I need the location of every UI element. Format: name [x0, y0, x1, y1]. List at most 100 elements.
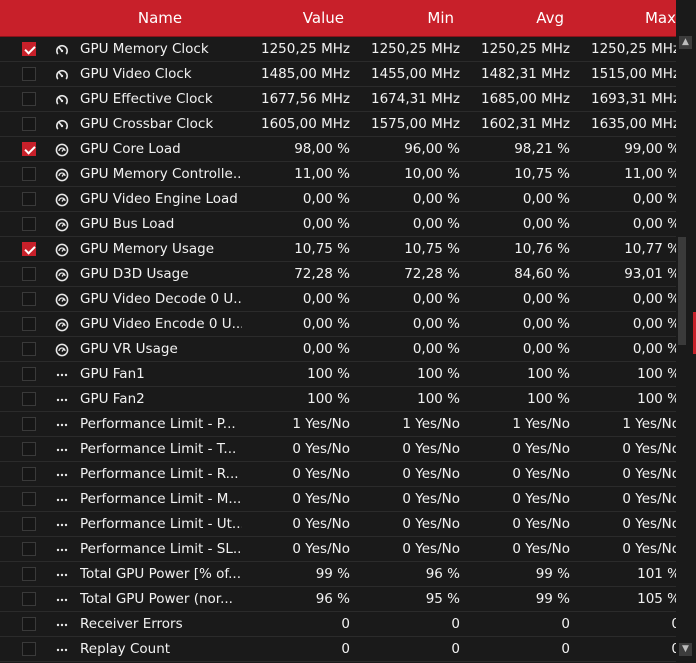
- row-checkbox[interactable]: [22, 467, 36, 481]
- table-row[interactable]: Performance Limit - SL... 0 Yes/No 0 Yes/N…: [0, 537, 680, 562]
- row-checkbox[interactable]: [22, 217, 36, 231]
- column-header-value[interactable]: Value: [244, 0, 344, 37]
- table-row[interactable]: Total GPU Power (nor... 96 % 95 % 99 % 105 %: [0, 587, 680, 612]
- row-checkbox[interactable]: [22, 67, 36, 81]
- load-icon: [55, 267, 69, 282]
- table-row[interactable]: GPU Effective Clock 1677,56 MHz 1674,31 MH…: [0, 87, 680, 112]
- row-avg: 99 %: [535, 591, 570, 607]
- row-min: 96,00 %: [404, 141, 460, 157]
- table-row[interactable]: GPU VR Usage 0,00 % 0,00 % 0,00 % 0,00 %: [0, 337, 680, 362]
- table-row[interactable]: GPU Video Engine Load 0,00 % 0,00 % 0,00 % 0…: [0, 187, 680, 212]
- row-min: 96 %: [425, 566, 460, 582]
- row-name: GPU Video Engine Load: [80, 191, 238, 207]
- row-value: 0: [341, 616, 350, 632]
- row-avg: 10,75 %: [514, 166, 570, 182]
- row-checkbox[interactable]: [22, 567, 36, 581]
- column-header-min[interactable]: Min: [354, 0, 454, 37]
- row-avg: 1250,25 MHz: [480, 41, 570, 57]
- row-name: Receiver Errors: [80, 616, 183, 632]
- column-header-name[interactable]: Name: [80, 0, 240, 37]
- row-value: 0 Yes/No: [292, 441, 350, 457]
- gauge-icon: [55, 92, 69, 106]
- row-max: 0,00 %: [632, 316, 680, 332]
- row-checkbox[interactable]: [22, 192, 36, 206]
- row-value: 100 %: [307, 366, 350, 382]
- table-row[interactable]: Receiver Errors0000: [0, 612, 680, 637]
- table-row[interactable]: GPU Memory Usage 10,75 % 10,75 % 10,76 % 10,…: [0, 237, 680, 262]
- row-value: 0,00 %: [302, 216, 350, 232]
- row-checkbox[interactable]: [22, 317, 36, 331]
- row-name: GPU D3D Usage: [80, 266, 189, 282]
- row-checkbox[interactable]: [22, 542, 36, 556]
- row-checkbox[interactable]: [22, 167, 36, 181]
- row-avg: 0,00 %: [522, 341, 570, 357]
- table-row[interactable]: Performance Limit - M... 0 Yes/No 0 Yes/No…: [0, 487, 680, 512]
- load-icon: [55, 242, 69, 257]
- row-checkbox[interactable]: [22, 617, 36, 631]
- row-checkbox[interactable]: [22, 592, 36, 606]
- scroll-up-arrow-icon[interactable]: ▲: [679, 36, 692, 49]
- row-checkbox[interactable]: [22, 292, 36, 306]
- row-checkbox[interactable]: [22, 42, 36, 56]
- sensor-rows: GPU Memory Clock 1250,25 MHz 1250,25 MHz 12…: [0, 37, 680, 662]
- row-checkbox[interactable]: [22, 517, 36, 531]
- column-header-avg[interactable]: Avg: [464, 0, 564, 37]
- row-min: 1 Yes/No: [402, 416, 460, 432]
- row-name: GPU Fan2: [80, 391, 145, 407]
- row-checkbox[interactable]: [22, 492, 36, 506]
- table-row[interactable]: GPU Fan1 100 % 100 % 100 % 100 %: [0, 362, 680, 387]
- table-row[interactable]: Replay Count0000: [0, 637, 680, 662]
- row-checkbox[interactable]: [22, 142, 36, 156]
- table-row[interactable]: GPU Memory Clock 1250,25 MHz 1250,25 MHz 12…: [0, 37, 680, 62]
- row-min: 10,00 %: [404, 166, 460, 182]
- table-row[interactable]: GPU Crossbar Clock 1605,00 MHz 1575,00 MHz…: [0, 112, 680, 137]
- row-checkbox[interactable]: [22, 242, 36, 256]
- row-name: GPU Effective Clock: [80, 91, 213, 107]
- row-min: 0: [451, 641, 460, 657]
- row-avg: 0: [561, 641, 570, 657]
- row-name: GPU Fan1: [80, 366, 145, 382]
- row-checkbox[interactable]: [22, 392, 36, 406]
- row-checkbox[interactable]: [22, 342, 36, 356]
- scroll-down-arrow-icon[interactable]: ▼: [679, 643, 692, 656]
- row-checkbox[interactable]: [22, 642, 36, 656]
- ellipsis-icon: [55, 367, 69, 381]
- row-value: 11,00 %: [294, 166, 350, 182]
- row-min: 95 %: [425, 591, 460, 607]
- row-name: GPU Video Clock: [80, 66, 192, 82]
- table-row[interactable]: Performance Limit - T... 0 Yes/No 0 Yes/No…: [0, 437, 680, 462]
- row-avg: 98,21 %: [514, 141, 570, 157]
- table-row[interactable]: Total GPU Power [% of... 99 % 96 % 99 % 101 …: [0, 562, 680, 587]
- gauge-icon: [55, 42, 69, 56]
- row-min: 0,00 %: [412, 316, 460, 332]
- row-checkbox[interactable]: [22, 417, 36, 431]
- row-name: GPU Memory Usage: [80, 241, 215, 257]
- table-row[interactable]: GPU D3D Usage 72,28 % 72,28 % 84,60 % 93,01 …: [0, 262, 680, 287]
- table-row[interactable]: Performance Limit - P... 1 Yes/No 1 Yes/No…: [0, 412, 680, 437]
- row-avg: 99 %: [535, 566, 570, 582]
- table-row[interactable]: GPU Memory Controlle... 11,00 % 10,00 % 10,…: [0, 162, 680, 187]
- table-row[interactable]: GPU Bus Load 0,00 % 0,00 % 0,00 % 0,00 %: [0, 212, 680, 237]
- row-checkbox[interactable]: [22, 117, 36, 131]
- row-max: 0 Yes/No: [622, 516, 680, 532]
- column-header-max[interactable]: Max: [574, 0, 676, 37]
- scroll-thumb[interactable]: [678, 237, 686, 345]
- row-max: 0 Yes/No: [622, 466, 680, 482]
- row-avg: 0 Yes/No: [512, 516, 570, 532]
- table-row[interactable]: GPU Core Load 98,00 % 96,00 % 98,21 % 99,00 …: [0, 137, 680, 162]
- table-row[interactable]: GPU Video Decode 0 U... 0,00 % 0,00 % 0,00 …: [0, 287, 680, 312]
- row-avg: 0 Yes/No: [512, 541, 570, 557]
- table-row[interactable]: GPU Video Clock 1485,00 MHz 1455,00 MHz 148…: [0, 62, 680, 87]
- table-row[interactable]: Performance Limit - R... 0 Yes/No 0 Yes/No…: [0, 462, 680, 487]
- row-min: 1674,31 MHz: [370, 91, 460, 107]
- row-value: 0 Yes/No: [292, 466, 350, 482]
- row-max: 1693,31 MHz: [590, 91, 680, 107]
- row-checkbox[interactable]: [22, 92, 36, 106]
- row-value: 0: [341, 641, 350, 657]
- row-checkbox[interactable]: [22, 367, 36, 381]
- table-row[interactable]: GPU Fan2 100 % 100 % 100 % 100 %: [0, 387, 680, 412]
- row-checkbox[interactable]: [22, 442, 36, 456]
- table-row[interactable]: Performance Limit - Ut... 0 Yes/No 0 Yes/N…: [0, 512, 680, 537]
- table-row[interactable]: GPU Video Encode 0 U... 0,00 % 0,00 % 0,00 …: [0, 312, 680, 337]
- row-checkbox[interactable]: [22, 267, 36, 281]
